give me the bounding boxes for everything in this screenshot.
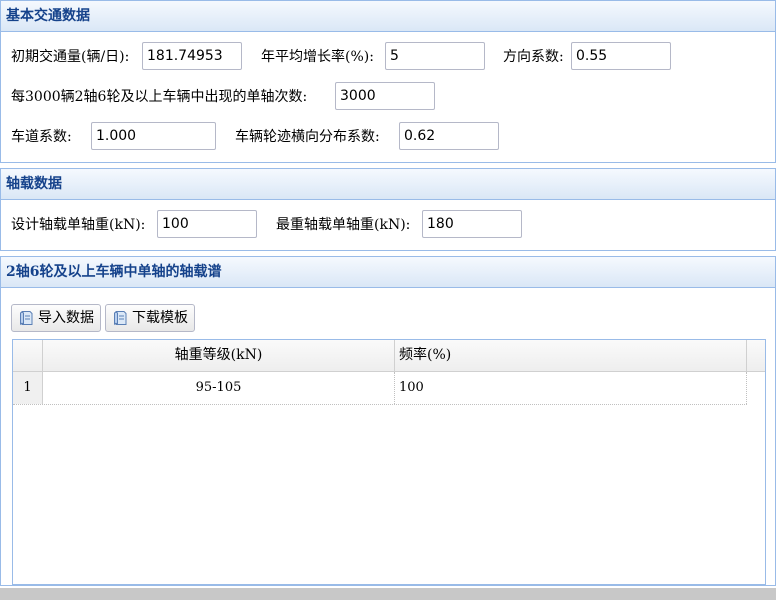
lane-coef-label: 车道系数: [11,129,72,145]
wheel-track-coef-input[interactable] [399,122,499,150]
column-header-frequency[interactable]: 频率(%) [395,340,747,371]
axle-spectrum-grid: 轴重等级(kN) 频率(%) 1 95-105 100 [12,339,766,585]
document-icon [20,311,33,326]
scrollbar-header-spacer [747,340,765,371]
single-axle-count-input[interactable] [335,82,435,110]
window-bottom-bar [0,588,776,600]
grid-header: 轴重等级(kN) 频率(%) [13,340,765,372]
import-data-label: 导入数据 [38,310,94,326]
level-cell[interactable]: 95-105 [43,372,395,404]
column-header-level[interactable]: 轴重等级(kN) [43,340,395,371]
row-number-header [13,340,43,371]
import-data-button[interactable]: 导入数据 [11,304,101,332]
single-axle-count-label: 每3000辆2轴6轮及以上车辆中出现的单轴次数: [11,89,308,105]
download-template-button[interactable]: 下载模板 [105,304,195,332]
document-icon [114,311,127,326]
initial-volume-input[interactable] [142,42,242,70]
max-load-input[interactable] [422,210,522,238]
axle-load-panel: 轴载数据 设计轴载单轴重(kN): 最重轴载单轴重(kN): [0,168,776,251]
annual-growth-label: 年平均增长率(%): [261,49,374,65]
annual-growth-input[interactable] [385,42,485,70]
direction-coef-label: 方向系数: [503,49,564,65]
wheel-track-coef-label: 车辆轮迹横向分布系数: [235,129,380,145]
basic-traffic-panel: 基本交通数据 初期交通量(辆/日): 年平均增长率(%): 方向系数: 每300… [0,0,776,163]
design-load-input[interactable] [157,210,257,238]
initial-volume-label: 初期交通量(辆/日): [11,49,130,65]
table-row[interactable]: 1 95-105 100 [13,372,747,405]
axle-load-header: 轴载数据 [1,169,775,200]
row-number-cell: 1 [13,372,43,404]
lane-coef-input[interactable] [91,122,216,150]
direction-coef-input[interactable] [571,42,671,70]
max-load-label: 最重轴载单轴重(kN): [276,217,411,233]
axle-spectrum-header: 2轴6轮及以上车辆中单轴的轴载谱 [1,257,775,288]
design-load-label: 设计轴载单轴重(kN): [11,217,146,233]
frequency-cell[interactable]: 100 [395,372,747,404]
basic-traffic-header: 基本交通数据 [1,1,775,32]
download-template-label: 下载模板 [132,310,188,326]
axle-spectrum-panel: 2轴6轮及以上车辆中单轴的轴载谱 导入数据 下载模板 轴重等级(kN) 频率(%… [0,256,776,586]
